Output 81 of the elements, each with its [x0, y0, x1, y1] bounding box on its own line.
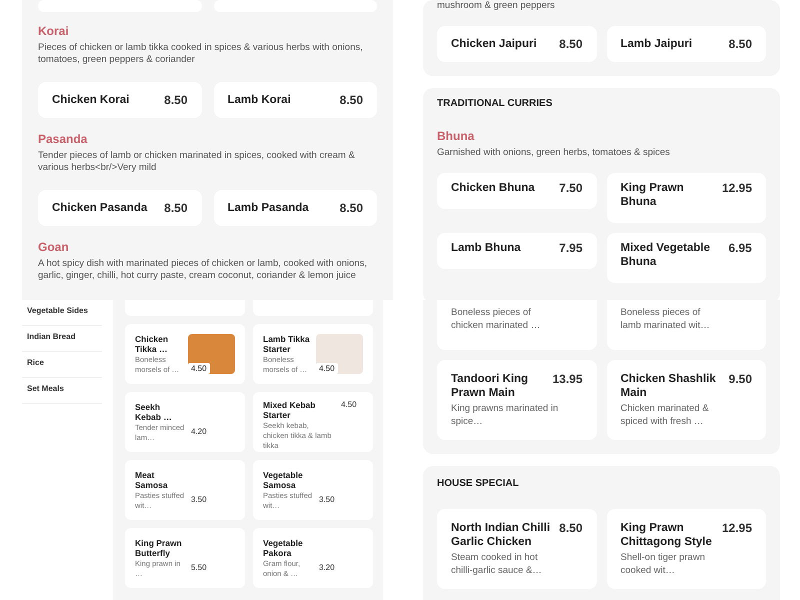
dish-price: 6.95: [728, 241, 752, 255]
menu-card[interactable]: North Indian Chilli Garlic Chicken 8.50 Steam cooked in hot chilli-garlic sauce &…: [437, 509, 596, 589]
dish-name: Chicken Shashlik Main: [620, 372, 717, 400]
dish-price: 8.50: [340, 201, 363, 215]
menu-card[interactable]: Tandoori King Prawn Main 13.95 King prawns marinated in spice…: [437, 360, 596, 440]
dish-price: 4.50: [188, 363, 210, 374]
menu-card[interactable]: Chicken Jaipuri 8.50: [437, 26, 596, 62]
dish-name: Meat Samosa: [135, 470, 169, 490]
dish-name: King Prawn Butterfly: [135, 538, 183, 558]
menu-card[interactable]: Chicken Pasanda 8.50: [38, 190, 202, 226]
menu-card[interactable]: Lamb Pasanda 8.50: [214, 190, 377, 226]
dish-description: Boneless pieces of chicken marinated …: [451, 306, 542, 332]
menu-card[interactable]: Boneless pieces of lamb marinated wit…: [606, 300, 766, 350]
dish-name: King Prawn Chittagong Style: [620, 521, 713, 549]
menu-card[interactable]: Lamb Bhuna 7.95: [437, 233, 596, 269]
dish-name: Vegetable Samosa: [263, 470, 304, 490]
dish-name: Seekh Kebab …: [135, 402, 173, 422]
group-description: Pieces of chicken or lamb tikka cooked in spices & various herbs with onions, tomatoes, green peppers & coriander: [38, 42, 364, 66]
dish-description: King prawns marinated in spice…: [451, 402, 560, 428]
group-description: A hot spicy dish with marinated pieces of chicken or lamb, cooked with onions, garlic, ginger, chilli, hot curry paste, cream coconut, coriander & lemon juice: [38, 258, 368, 282]
dish-price: 3.50: [319, 494, 335, 504]
group-title: Goan: [38, 240, 70, 254]
dish-name: North Indian Chilli Garlic Chicken: [451, 521, 552, 549]
dish-price: 8.50: [728, 37, 752, 51]
group-description: Garnished with onions, green herbs, tomatoes & spices: [437, 147, 671, 159]
dish-description: Steam cooked in hot chilli-garlic sauce &…: [451, 551, 543, 577]
category-link[interactable]: Indian Bread: [22, 326, 102, 352]
dish-name: Chicken Bhuna: [451, 181, 536, 195]
menu-card[interactable]: Boneless pieces of chicken marinated …: [437, 300, 596, 350]
dish-name: King Prawn Bhuna: [620, 181, 685, 209]
dish-name: Mixed Vegetable Bhuna: [620, 241, 711, 269]
dish-description: Chicken marinated & spiced with fresh …: [620, 402, 710, 428]
dish-name: Vegetable Pakora: [263, 538, 304, 558]
group-title: Pasanda: [38, 132, 88, 146]
dish-price: 8.50: [340, 93, 363, 107]
dish-price: 3.50: [191, 494, 207, 504]
dish-name: Lamb Jaipuri: [620, 37, 694, 51]
section-title: TRADITIONAL CURRIES: [437, 98, 554, 109]
menu-card[interactable]: Lamb Korai 8.50: [214, 82, 377, 118]
dish-price: 7.95: [559, 241, 582, 255]
dish-price: 3.20: [319, 562, 335, 572]
dish-description: Boneless pieces of lamb marinated wit…: [620, 306, 711, 332]
dish-price: 8.50: [559, 521, 582, 537]
menu-card[interactable]: Chicken Korai 8.50: [38, 82, 202, 118]
dish-price: 7.50: [559, 181, 582, 195]
dish-price: 4.20: [191, 426, 207, 436]
menu-card[interactable]: Mixed Vegetable Bhuna 6.95: [606, 233, 766, 283]
dish-price: 8.50: [164, 201, 188, 215]
dish-name: Mixed Kebab Starter: [263, 400, 316, 420]
category-link[interactable]: Vegetable Sides: [22, 300, 102, 326]
dish-price: 9.50: [728, 372, 752, 388]
category-link[interactable]: Rice: [22, 352, 102, 378]
group-title: Bhuna: [437, 129, 476, 143]
group-title: Korai: [38, 24, 70, 38]
dish-name: Lamb Korai: [228, 93, 292, 107]
menu-card[interactable]: Chicken Bhuna 7.50: [437, 173, 596, 209]
menu-card[interactable]: Lamb Jaipuri 8.50: [606, 26, 766, 62]
dish-price: 12.95: [722, 181, 752, 195]
dish-price: 5.50: [191, 562, 207, 572]
dish-name: Chicken Pasanda: [52, 201, 148, 215]
dish-name: Tandoori King Prawn Main: [451, 372, 530, 400]
dish-price: 8.50: [164, 93, 188, 107]
category-link[interactable]: Set Meals: [22, 378, 102, 404]
dish-price: 4.50: [316, 363, 338, 374]
section-title: HOUSE SPECIAL: [437, 478, 520, 489]
dish-price: 4.50: [341, 400, 357, 409]
menu-card[interactable]: King Prawn Bhuna 12.95: [606, 173, 766, 223]
dish-name: Lamb Tikka Starter: [263, 334, 310, 354]
dish-price: 8.50: [559, 37, 582, 51]
dish-name: Chicken Jaipuri: [451, 37, 538, 51]
dish-name: Chicken Korai: [52, 93, 130, 107]
dish-price: 12.95: [722, 521, 752, 537]
group-description: mushroom & green peppers: [437, 0, 556, 12]
dish-name: Chicken Tikka …: [135, 334, 170, 354]
dish-price: 13.95: [552, 372, 582, 388]
group-description: Tender pieces of lamb or chicken marinated in spices, cooked with cream & various herbs<br/>Very mild: [38, 150, 356, 174]
dish-name: Lamb Bhuna: [451, 241, 522, 255]
menu-card[interactable]: Chicken Shashlik Main 9.50 Chicken marinated & spiced with fresh …: [606, 360, 766, 440]
dish-name: Lamb Pasanda: [228, 201, 310, 215]
menu-card[interactable]: King Prawn Chittagong Style 12.95 Shell-on tiger prawn cooked wit…: [606, 509, 766, 589]
dish-description: Shell-on tiger prawn cooked wit…: [620, 551, 706, 577]
